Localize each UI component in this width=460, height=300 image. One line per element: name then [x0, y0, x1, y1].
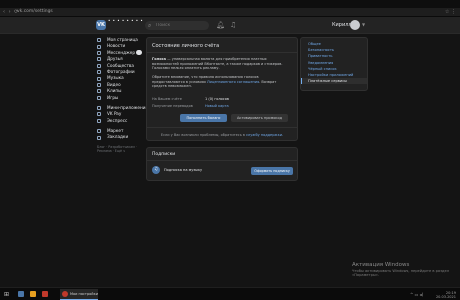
music-subscription-label: Подписка на музыку	[164, 168, 203, 172]
activation-watermark-text: Чтобы активировать Windows, перейдите в …	[352, 269, 449, 277]
votes-description: Голоса — универсальная валюта для приобр…	[152, 57, 292, 71]
sidebar-item-label: Новости	[107, 43, 126, 49]
sidebar-item-label: Моя страница	[107, 37, 138, 42]
sidebar-item-label: Друзья	[107, 56, 123, 62]
taskbar-app-icon[interactable]	[42, 291, 48, 297]
sidebar-item-label: Экспресс	[107, 117, 128, 123]
sidebar-item-label: Видео	[107, 81, 121, 87]
news-icon	[97, 44, 101, 49]
music-note-icon[interactable]: ♫	[230, 21, 236, 30]
divider	[147, 160, 297, 161]
browser-address-bar: ‹ › ⟳ vk.com/settings ☆ ⋮	[0, 8, 460, 17]
start-button-icon[interactable]: ⊞	[4, 291, 9, 298]
activate-promo-button[interactable]: Активировать промокод	[231, 114, 288, 122]
notifications-bell-icon[interactable]: 🔔︎	[216, 21, 225, 30]
photo-icon	[97, 70, 101, 75]
sidebar-item-bookmarks[interactable]: Закладки	[96, 134, 144, 140]
apps-icon	[97, 106, 101, 111]
sidebar-item-label: Закладки	[107, 134, 129, 140]
taskbar-app-icon[interactable]	[18, 291, 24, 297]
balance-value: 1 (0) голосов	[205, 97, 229, 101]
sidebar-item-games[interactable]: Игры	[96, 95, 144, 101]
games-icon	[97, 95, 101, 100]
top-up-button[interactable]: Пополнить баланс	[180, 114, 227, 122]
sidebar-item-label: Сообщества	[107, 62, 134, 68]
license-agreement-link[interactable]: Лицензионного соглашения	[207, 80, 259, 84]
taskbar-active-window[interactable]: Мои настройки	[60, 289, 98, 300]
browser-tab-strip	[0, 0, 460, 8]
support-link[interactable]: службу поддержки.	[246, 133, 283, 137]
votes-description-text: — универсальная валюта для приобретения …	[152, 57, 283, 71]
friends-icon	[97, 57, 101, 62]
license-note: Обратите внимание, что правила использов…	[152, 75, 292, 89]
sidebar-item-label: Клипы	[107, 88, 122, 94]
windows-taskbar: ⊞ Мои настройки ^ ▭ ◂) 20:19 20.03.2021	[0, 287, 460, 300]
vk-logo[interactable]: VK	[96, 20, 106, 30]
chevron-down-icon[interactable]: ▼	[362, 22, 365, 27]
opera-icon	[62, 291, 68, 297]
express-icon	[97, 118, 101, 123]
sidebar-item-express[interactable]: Экспресс	[96, 118, 144, 124]
search-icon: ⌕	[148, 22, 152, 29]
transfers-label: Получение переводов	[152, 104, 193, 108]
browser-extension-icons[interactable]: ☆ ⋮	[445, 9, 456, 15]
divider	[147, 127, 297, 128]
unread-badge	[136, 50, 142, 56]
payment-card: Состояние личного счёта Голоса — универс…	[146, 37, 298, 141]
sidebar-footer-links[interactable]: Блог · Разработчикам · Реклама · Ещё ∨	[96, 145, 144, 154]
tray-clock[interactable]: 20:19 20.03.2021	[436, 291, 456, 299]
user-icon	[97, 38, 101, 43]
search-box[interactable]: ⌕	[145, 21, 209, 30]
divider	[147, 52, 297, 53]
sidebar-item-label: Музыка	[107, 75, 124, 81]
sidebar-item-label: Мессенджер	[107, 49, 136, 55]
pay-icon	[97, 112, 101, 117]
subscriptions-title: Подписки	[152, 152, 176, 157]
user-name[interactable]: Кирилл	[332, 22, 352, 28]
sidebar-item-label: VK Pay	[107, 111, 122, 117]
settings-menu: Общее Безопасность Приватность Уведомлен…	[300, 37, 368, 91]
market-icon	[97, 129, 101, 134]
transfers-link[interactable]: Новый карта	[205, 104, 229, 108]
sidebar-item-label: Фотографии	[107, 68, 135, 74]
sidebar-item-label: Игры	[107, 94, 119, 100]
sidebar-item-label: Маркет	[107, 128, 124, 134]
vk-header: VK • • • • • • • • ⌕ 🔔︎ ♫ Кирилл ▼	[0, 17, 460, 34]
communities-icon	[97, 63, 101, 68]
support-note: Если у Вас возникли проблемы, обратитесь…	[147, 133, 297, 137]
video-icon	[97, 82, 101, 87]
taskbar-app-icon[interactable]	[30, 291, 36, 297]
sidebar-item-label: Мини-приложения	[107, 104, 148, 110]
tray-date: 20.03.2021	[435, 295, 456, 299]
taskbar-window-title: Мои настройки	[70, 292, 98, 296]
tray-icons[interactable]: ^ ▭ ◂)	[410, 292, 423, 297]
browser-url[interactable]: vk.com/settings	[17, 9, 53, 14]
chat-icon	[97, 50, 101, 55]
page-title: Состояние личного счёта	[152, 43, 220, 49]
left-sidebar: Моя страница Новости Мессенджер Друзья С…	[96, 37, 148, 154]
music-icon	[97, 76, 101, 81]
settings-item-payments[interactable]: Платёжные сервисы	[301, 78, 367, 85]
subscribe-button[interactable]: Оформить подписку	[251, 167, 293, 175]
support-note-text: Если у Вас возникли проблемы, обратитесь…	[160, 133, 247, 137]
search-input[interactable]	[156, 21, 206, 30]
subscriptions-card: Подписки ♫ Подписка на музыку Оформить п…	[146, 147, 298, 181]
logo-garland: • • • • • • • •	[108, 18, 144, 23]
activation-watermark-title: Активация Windows	[352, 262, 410, 268]
balance-label: На Вашем счёте	[152, 97, 182, 101]
bookmark-icon	[97, 135, 101, 140]
avatar[interactable]	[350, 20, 360, 30]
votes-term: Голоса	[152, 57, 167, 61]
music-subscription-icon: ♫	[152, 166, 160, 174]
clips-icon	[97, 89, 101, 94]
